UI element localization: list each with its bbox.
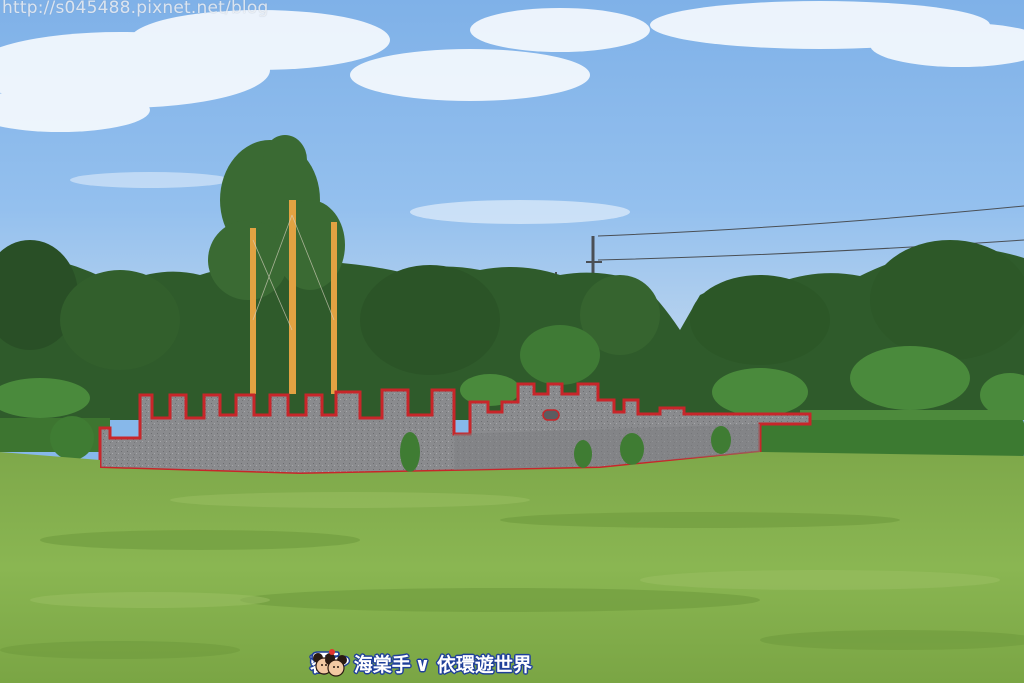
fort-window — [542, 409, 560, 421]
signature-part3: ∨ 依環遊世界 — [414, 653, 532, 676]
signature-watermark: 蓉 ❤ 海棠手 ∨ 依環遊世界 — [310, 648, 532, 678]
park-landscape — [0, 0, 1024, 683]
signature-part2: 海棠手 — [353, 653, 411, 676]
photo-scene: http://s045488.pixnet.net/blog 蓉 ❤ 海棠手 ∨… — [0, 0, 1024, 683]
mouse-couple-icon — [313, 649, 347, 677]
url-watermark: http://s045488.pixnet.net/blog — [2, 0, 269, 18]
